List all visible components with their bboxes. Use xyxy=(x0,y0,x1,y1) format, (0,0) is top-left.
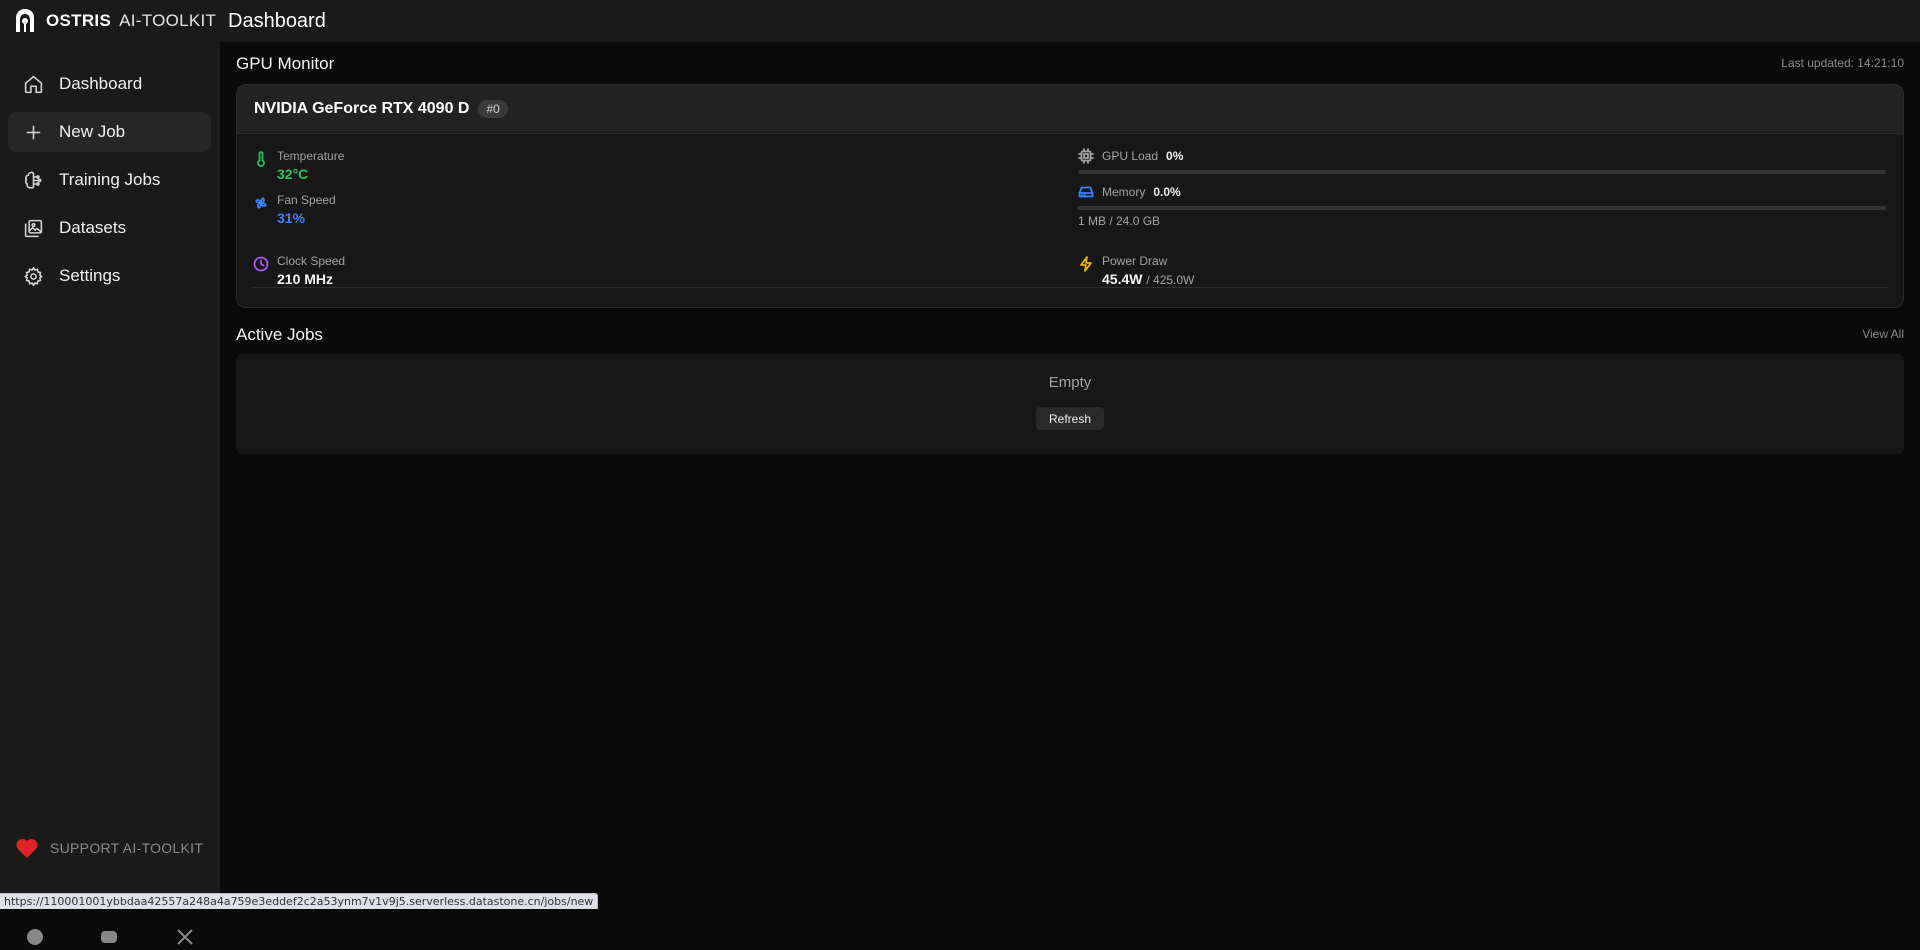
brain-icon xyxy=(24,171,42,189)
fan-speed-label: Fan Speed xyxy=(277,193,336,207)
sidebar-item-settings[interactable]: Settings xyxy=(8,256,211,296)
sidebar-item-datasets[interactable]: Datasets xyxy=(8,208,211,248)
ostris-logo-icon xyxy=(16,9,34,32)
images-icon xyxy=(24,219,43,237)
active-jobs-title: Active Jobs xyxy=(236,325,323,344)
power-limit: / 425.0W xyxy=(1146,273,1195,287)
sidebar-item-label: Dashboard xyxy=(59,74,143,93)
brand-name: OSTRIS xyxy=(46,11,112,30)
fan-speed-stat: Fan Speed 31% xyxy=(253,193,336,226)
heart-icon xyxy=(16,838,38,858)
fan-speed-value: 31% xyxy=(277,210,306,226)
gpu-card-divider xyxy=(252,287,1888,288)
sidebar-item-new-job[interactable]: New Job xyxy=(8,112,211,152)
sidebar-item-dashboard[interactable]: Dashboard xyxy=(8,64,211,104)
memory-bar xyxy=(1078,206,1886,210)
clock-icon xyxy=(253,256,269,272)
brand-suffix: AI-TOOLKIT xyxy=(119,11,217,30)
cpu-chip-icon xyxy=(1078,148,1094,164)
support-label: SUPPORT AI-TOOLKIT xyxy=(50,840,204,856)
clock-speed-value: 210 MHz xyxy=(277,271,334,287)
memory-row: Memory 0.0% xyxy=(1078,184,1181,200)
fan-icon xyxy=(255,197,267,209)
gpu-load-row: GPU Load 0% xyxy=(1078,148,1183,164)
status-bar-url: https://110001001ybbdaa42557a248a4a759e3… xyxy=(0,893,599,909)
gpu-name: NVIDIA GeForce RTX 4090 D xyxy=(254,100,470,117)
sidebar-item-label: Settings xyxy=(59,266,121,285)
view-all-link[interactable]: View All xyxy=(1862,327,1904,341)
github-icon[interactable] xyxy=(26,928,44,950)
x-icon[interactable] xyxy=(176,928,194,950)
memory-detail: 1 MB / 24.0 GB xyxy=(1078,214,1161,228)
gear-icon xyxy=(24,266,43,286)
top-bar: OSTRIS AI-TOOLKIT Dashboard xyxy=(0,0,1920,42)
refresh-button[interactable]: Refresh xyxy=(1036,407,1104,430)
gpu-monitor-title: GPU Monitor xyxy=(236,54,335,73)
memory-value: 0.0% xyxy=(1153,185,1181,199)
gpu-load-value: 0% xyxy=(1166,149,1184,163)
temperature-stat: Temperature 32°C xyxy=(253,149,344,182)
active-jobs-card: Empty Refresh xyxy=(236,354,1904,454)
discord-icon[interactable] xyxy=(100,928,118,950)
temperature-value: 32°C xyxy=(277,166,309,182)
memory-drive-icon xyxy=(1078,186,1094,198)
gpu-card-header: NVIDIA GeForce RTX 4090 D #0 xyxy=(237,85,1903,134)
power-draw-value: 45.4W xyxy=(1102,271,1143,287)
sidebar-item-training-jobs[interactable]: Training Jobs xyxy=(8,160,211,200)
gpu-card: NVIDIA GeForce RTX 4090 D #0 Temperature… xyxy=(236,84,1904,308)
page-title: Dashboard xyxy=(228,9,326,32)
sidebar-item-label: Datasets xyxy=(59,218,127,237)
gpu-load-bar xyxy=(1078,170,1886,174)
thermometer-icon xyxy=(257,151,265,167)
lightning-icon xyxy=(1080,256,1092,272)
gpu-load-label: GPU Load xyxy=(1102,149,1159,163)
brand[interactable]: OSTRIS AI-TOOLKIT xyxy=(0,8,220,34)
memory-label: Memory xyxy=(1102,185,1146,199)
gpu-index-badge: #0 xyxy=(478,100,508,118)
sidebar-item-label: New Job xyxy=(59,122,126,141)
power-draw-stat: Power Draw 45.4W / 425.0W xyxy=(1078,254,1194,287)
power-draw-label: Power Draw xyxy=(1102,254,1168,268)
clock-speed-stat: Clock Speed 210 MHz xyxy=(253,254,345,287)
sidebar: Dashboard New Job Training Jobs Datasets… xyxy=(0,42,220,945)
clock-speed-label: Clock Speed xyxy=(277,254,346,268)
empty-state-text: Empty xyxy=(1048,374,1092,391)
power-draw-value-line: 45.4W / 425.0W xyxy=(1102,271,1194,287)
last-updated: Last updated: 14:21:10 xyxy=(1781,56,1904,70)
temperature-label: Temperature xyxy=(277,149,345,163)
plus-icon xyxy=(26,125,41,139)
sidebar-item-label: Training Jobs xyxy=(59,170,161,189)
support-link[interactable]: SUPPORT AI-TOOLKIT xyxy=(15,837,203,859)
home-icon xyxy=(24,75,43,93)
